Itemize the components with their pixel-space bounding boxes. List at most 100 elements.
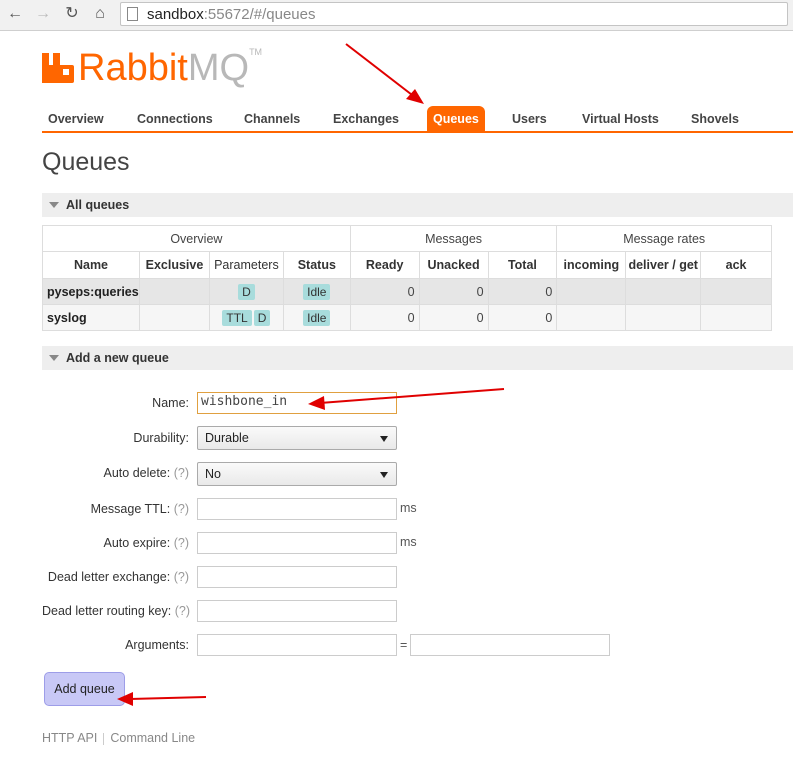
all-queues-toggle[interactable]: All queues (42, 193, 793, 217)
collapse-triangle-icon (49, 355, 59, 361)
command-line-link[interactable]: Command Line (110, 731, 195, 745)
auto-delete-label-text: Auto delete: (103, 466, 171, 480)
incoming-cell (556, 304, 627, 331)
rabbit-logo-icon (42, 53, 74, 83)
exclusive-cell (138, 278, 210, 305)
param-badge-ttl[interactable]: TTL (222, 309, 252, 326)
parameters-cell: D (208, 278, 284, 305)
page-icon (127, 7, 138, 21)
name-label-text: Name: (152, 396, 189, 410)
status-cell: Idle (282, 278, 351, 305)
status-badge: Idle (303, 309, 331, 326)
tab-overview[interactable]: Overview (48, 106, 104, 132)
tab-exchanges[interactable]: Exchanges (333, 106, 399, 132)
arguments-label-text: Arguments: (125, 638, 189, 652)
annotation-arrow-add-button (117, 692, 207, 706)
tab-connections[interactable]: Connections (137, 106, 213, 132)
total-cell: 0 (487, 278, 558, 305)
collapse-triangle-icon (49, 202, 59, 208)
logo-text: RabbitMQTM (78, 47, 262, 90)
add-queue-toggle[interactable]: Add a new queue (42, 346, 793, 370)
column-header-name[interactable]: Name (42, 251, 140, 279)
auto-expire-label: Auto expire: (?) (42, 536, 189, 550)
dead-letter-exchange-help[interactable]: (?) (174, 570, 189, 584)
group-header-overview: Overview (42, 225, 351, 252)
auto-delete-help[interactable]: (?) (174, 466, 189, 480)
column-header-status[interactable]: Status (282, 251, 351, 279)
tab-shovels[interactable]: Shovels (691, 106, 739, 132)
table-row[interactable]: pyseps:queries D Idle 0 0 0 (42, 278, 772, 305)
message-ttl-unit: ms (400, 501, 417, 515)
column-header-parameters[interactable]: Parameters (208, 251, 284, 279)
footer-divider (103, 732, 105, 745)
reload-icon[interactable]: ↻ (62, 4, 82, 24)
ready-cell: 0 (349, 304, 420, 331)
dead-letter-routing-key-help[interactable]: (?) (175, 604, 190, 618)
auto-delete-selected-value: No (205, 467, 221, 481)
footer: HTTP API Command Line (42, 731, 195, 745)
durability-label: Durability: (42, 431, 189, 445)
logo-rabbit: Rabbit (78, 47, 188, 89)
dropdown-arrow-icon (380, 472, 388, 478)
forward-arrow-icon[interactable]: → (33, 4, 53, 24)
param-badge-durable[interactable]: D (238, 283, 255, 300)
auto-expire-input[interactable] (197, 532, 397, 554)
address-bar[interactable]: sandbox:55672/#/queues (120, 2, 788, 26)
column-header-total[interactable]: Total (487, 251, 558, 279)
message-ttl-label: Message TTL: (?) (42, 502, 189, 516)
status-badge: Idle (303, 283, 331, 300)
main-nav: Overview Connections Channels Exchanges … (42, 106, 793, 133)
message-ttl-input[interactable] (197, 498, 397, 520)
durability-label-text: Durability: (133, 431, 189, 445)
param-badge-durable[interactable]: D (253, 309, 271, 326)
auto-expire-help[interactable]: (?) (174, 536, 189, 550)
incoming-cell (556, 278, 627, 305)
column-header-incoming[interactable]: incoming (556, 251, 627, 279)
message-ttl-help[interactable]: (?) (174, 502, 189, 516)
nav-underline (42, 131, 793, 133)
column-header-ack[interactable]: ack (700, 251, 772, 279)
dead-letter-routing-key-input[interactable] (197, 600, 397, 622)
logo-tm: TM (249, 47, 263, 57)
home-icon[interactable]: ⌂ (90, 4, 110, 24)
dead-letter-exchange-input[interactable] (197, 566, 397, 588)
queue-name-link[interactable]: pyseps:queries (42, 278, 140, 305)
tab-virtual-hosts[interactable]: Virtual Hosts (582, 106, 659, 132)
tab-channels[interactable]: Channels (244, 106, 300, 132)
column-header-unacked[interactable]: Unacked (418, 251, 489, 279)
group-header-message-rates: Message rates (556, 225, 772, 252)
status-cell: Idle (282, 304, 351, 331)
all-queues-label: All queues (66, 198, 130, 212)
tab-users[interactable]: Users (512, 106, 547, 132)
back-arrow-icon[interactable]: ← (5, 4, 25, 24)
url-host: sandbox (147, 6, 204, 23)
logo-mq: MQ (187, 47, 250, 89)
auto-delete-select[interactable]: No (197, 462, 397, 486)
ready-cell: 0 (349, 278, 420, 305)
argument-key-input[interactable] (197, 634, 397, 656)
argument-value-input[interactable] (410, 634, 610, 656)
dead-letter-routing-key-label-text: Dead letter routing key: (42, 604, 172, 618)
dead-letter-exchange-label: Dead letter exchange: (?) (42, 570, 189, 584)
dead-letter-exchange-label-text: Dead letter exchange: (47, 570, 171, 584)
column-header-ready[interactable]: Ready (349, 251, 420, 279)
url-path: :55672/#/queues (203, 6, 316, 23)
auto-expire-label-text: Auto expire: (103, 536, 171, 550)
annotation-arrow-queues-tab (345, 43, 424, 104)
parameters-cell: TTL D (208, 304, 284, 331)
tab-queues[interactable]: Queues (427, 106, 485, 132)
http-api-link[interactable]: HTTP API (42, 731, 97, 745)
ack-cell (700, 278, 772, 305)
deliver-get-cell (625, 278, 702, 305)
table-row[interactable]: syslog TTL D Idle 0 0 0 (42, 304, 772, 331)
queue-name-link[interactable]: syslog (42, 304, 140, 331)
queue-name-input[interactable]: wishbone_in (197, 392, 397, 414)
column-header-deliver-get[interactable]: deliver / get (625, 251, 702, 279)
dead-letter-routing-key-label: Dead letter routing key: (?) (42, 604, 190, 618)
auto-delete-label: Auto delete: (?) (42, 466, 189, 480)
column-header-exclusive[interactable]: Exclusive (138, 251, 210, 279)
url-text[interactable]: sandbox:55672/#/queues (147, 6, 316, 23)
add-queue-button[interactable]: Add queue (44, 672, 125, 706)
durability-select[interactable]: Durable (197, 426, 397, 450)
unacked-cell: 0 (418, 278, 489, 305)
